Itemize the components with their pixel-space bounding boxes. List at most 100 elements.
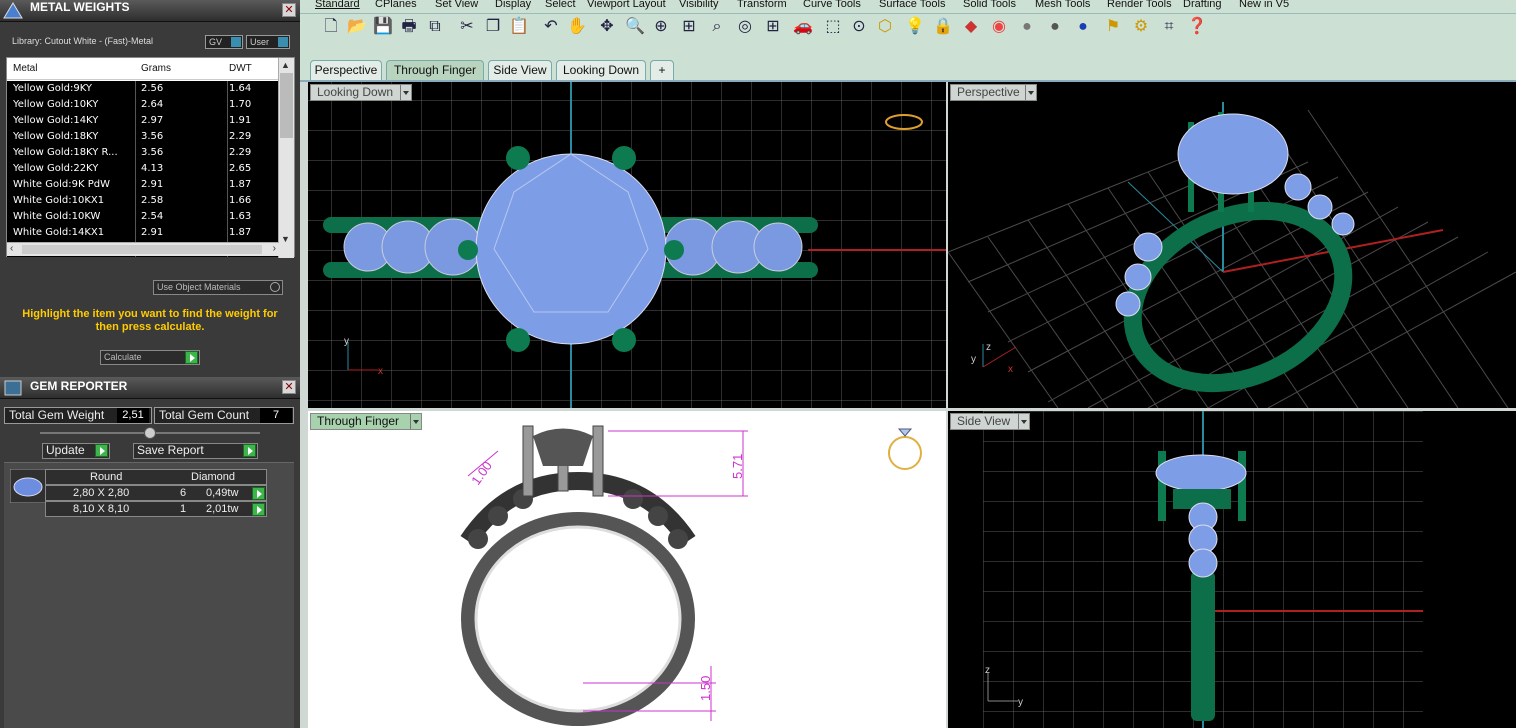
viewport-label-perspective[interactable]: Perspective bbox=[950, 84, 1037, 101]
column-header-metal[interactable]: Metal bbox=[13, 63, 37, 74]
lock-icon[interactable]: 🔒 bbox=[932, 16, 954, 38]
viewport-through-finger[interactable]: 5.71 1.50 1.00 Through Finger bbox=[308, 411, 946, 728]
horizontal-scrollbar[interactable]: ‹ › bbox=[7, 242, 279, 256]
four-views-icon[interactable]: ⊞ bbox=[762, 16, 784, 38]
table-row[interactable]: White Gold:9K PdW 2.91 1.87 bbox=[7, 177, 279, 193]
scroll-down-icon[interactable]: ▼ bbox=[281, 234, 290, 244]
viewport-tab-perspective[interactable]: Perspective bbox=[310, 60, 382, 80]
table-row[interactable]: White Gold:10KX1 2.58 1.66 bbox=[7, 193, 279, 209]
scroll-up-icon[interactable]: ▲ bbox=[281, 60, 290, 70]
chevron-down-icon[interactable] bbox=[400, 85, 411, 100]
zoom-icon[interactable]: 🔍 bbox=[624, 16, 646, 38]
through-finger-canvas[interactable]: 5.71 1.50 1.00 bbox=[308, 411, 946, 728]
tab-display[interactable]: Display bbox=[495, 0, 531, 10]
play-icon[interactable] bbox=[252, 487, 265, 500]
add-viewport-tab-button[interactable]: + bbox=[650, 60, 674, 80]
vertical-scrollbar[interactable]: ▲ ▼ bbox=[278, 58, 294, 258]
scroll-right-icon[interactable]: › bbox=[273, 243, 276, 254]
rotate-view-icon[interactable]: ✥ bbox=[596, 16, 618, 38]
gv-toggle[interactable]: GV bbox=[205, 35, 243, 49]
select-all-icon[interactable]: ⬚ bbox=[822, 16, 844, 38]
viewport-label-through-finger[interactable]: Through Finger bbox=[310, 413, 422, 430]
tab-select[interactable]: Select bbox=[545, 0, 576, 10]
tab-cplanes[interactable]: CPlanes bbox=[375, 0, 417, 10]
table-row[interactable]: White Gold:14KX1 2.91 1.87 bbox=[7, 225, 279, 241]
side-view-canvas[interactable]: z y bbox=[948, 411, 1516, 728]
update-button[interactable]: Update bbox=[42, 443, 110, 459]
tab-curve-tools[interactable]: Curve Tools bbox=[803, 0, 861, 10]
tab-set-view[interactable]: Set View bbox=[435, 0, 478, 10]
chevron-down-icon[interactable] bbox=[1018, 414, 1029, 429]
help-icon[interactable]: ❓ bbox=[1186, 16, 1208, 38]
material-sphere-icon[interactable]: ● bbox=[1072, 16, 1094, 38]
shaded-sphere-icon[interactable]: ● bbox=[1044, 16, 1066, 38]
flag-icon[interactable]: ⚑ bbox=[1102, 16, 1124, 38]
save-icon[interactable]: 💾 bbox=[372, 16, 394, 38]
viewport-looking-down[interactable]: y x Looking Down bbox=[308, 82, 946, 408]
print-icon[interactable]: 🖶 bbox=[398, 16, 420, 38]
viewport-tab-side-view[interactable]: Side View bbox=[488, 60, 552, 80]
paste-icon[interactable]: 📋 bbox=[508, 16, 530, 38]
scroll-thumb[interactable] bbox=[22, 245, 262, 254]
perspective-canvas[interactable]: z y x bbox=[948, 82, 1516, 408]
tab-render-tools[interactable]: Render Tools bbox=[1107, 0, 1172, 10]
metal-table[interactable]: Metal Grams DWT Yellow Gold:9KY 2.56 1.64 Y… bbox=[6, 57, 295, 258]
tab-new-in-v5[interactable]: New in V5 bbox=[1239, 0, 1289, 10]
layer-icon[interactable]: ◆ bbox=[960, 16, 982, 38]
render-sphere-icon[interactable]: ● bbox=[1016, 16, 1038, 38]
close-icon[interactable]: ✕ bbox=[282, 380, 296, 394]
cut-icon[interactable]: ✂ bbox=[456, 16, 478, 38]
zoom-extents-icon[interactable]: ⊞ bbox=[678, 16, 700, 38]
table-row[interactable]: Yellow Gold:18KY R... 3.56 2.29 bbox=[7, 145, 279, 161]
column-header-dwt[interactable]: DWT bbox=[229, 63, 252, 74]
tab-mesh-tools[interactable]: Mesh Tools bbox=[1035, 0, 1090, 10]
chevron-down-icon[interactable] bbox=[1025, 85, 1036, 100]
grid-snap-icon[interactable]: ⌗ bbox=[1158, 16, 1180, 38]
viewport-label-looking-down[interactable]: Looking Down bbox=[310, 84, 412, 101]
viewport-side-view[interactable]: z y Side View bbox=[948, 411, 1516, 728]
pan-hand-icon[interactable]: ✋ bbox=[566, 16, 588, 38]
tab-surface-tools[interactable]: Surface Tools bbox=[879, 0, 945, 10]
column-header-grams[interactable]: Grams bbox=[141, 63, 171, 74]
tab-transform[interactable]: Transform bbox=[737, 0, 787, 10]
table-row[interactable]: Yellow Gold:14KY 2.97 1.91 bbox=[7, 113, 279, 129]
new-file-icon[interactable]: 🗋 bbox=[320, 16, 342, 38]
color-wheel-icon[interactable]: ◉ bbox=[988, 16, 1010, 38]
settings-gear-icon[interactable]: ⚙ bbox=[1130, 16, 1152, 38]
zoom-target-icon[interactable]: ◎ bbox=[734, 16, 756, 38]
gem-row[interactable]: 2,80 X 2,80 6 0,49tw bbox=[45, 485, 267, 501]
scroll-left-icon[interactable]: ‹ bbox=[10, 243, 13, 254]
tab-viewport-layout[interactable]: Viewport Layout bbox=[587, 0, 666, 10]
open-folder-icon[interactable]: 📂 bbox=[346, 16, 368, 38]
user-toggle[interactable]: User bbox=[246, 35, 290, 49]
scroll-thumb[interactable] bbox=[280, 73, 293, 138]
viewport-perspective[interactable]: z y x Perspective bbox=[948, 82, 1516, 408]
table-row[interactable]: Yellow Gold:18KY 3.56 2.29 bbox=[7, 129, 279, 145]
table-row[interactable]: White Gold:10KW 2.54 1.63 bbox=[7, 209, 279, 225]
viewport-label-side-view[interactable]: Side View bbox=[950, 413, 1030, 430]
play-icon[interactable] bbox=[252, 503, 265, 516]
light-bulb-icon[interactable]: 💡 bbox=[904, 16, 926, 38]
chevron-down-icon[interactable] bbox=[410, 414, 421, 429]
viewport-vertical-splitter[interactable] bbox=[946, 82, 948, 728]
object-snap-icon[interactable]: ⬡ bbox=[874, 16, 896, 38]
close-icon[interactable]: ✕ bbox=[282, 3, 296, 17]
viewport-tab-looking-down[interactable]: Looking Down bbox=[556, 60, 646, 80]
table-row[interactable]: Yellow Gold:22KY 4.13 2.65 bbox=[7, 161, 279, 177]
tab-solid-tools[interactable]: Solid Tools bbox=[963, 0, 1016, 10]
zoom-window-icon[interactable]: ⊕ bbox=[650, 16, 672, 38]
table-row[interactable]: Yellow Gold:10KY 2.64 1.70 bbox=[7, 97, 279, 113]
save-report-button[interactable]: Save Report bbox=[133, 443, 258, 459]
viewport-tab-through-finger[interactable]: Through Finger bbox=[386, 60, 484, 80]
tab-visibility[interactable]: Visibility bbox=[679, 0, 719, 10]
copy-icon[interactable]: ⧉ bbox=[424, 16, 446, 38]
gem-row[interactable]: 8,10 X 8,10 1 2,01tw bbox=[45, 501, 267, 517]
snap-icon[interactable]: ⊙ bbox=[848, 16, 870, 38]
calculate-button[interactable]: Calculate bbox=[100, 350, 200, 365]
use-object-materials-button[interactable]: Use Object Materials bbox=[153, 280, 283, 295]
car-icon[interactable]: 🚗 bbox=[792, 16, 814, 38]
looking-down-canvas[interactable]: y x bbox=[308, 82, 946, 408]
copy-clipboard-icon[interactable]: ❐ bbox=[482, 16, 504, 38]
table-row[interactable]: Yellow Gold:9KY 2.56 1.64 bbox=[7, 81, 279, 97]
slider-handle[interactable] bbox=[144, 427, 156, 439]
